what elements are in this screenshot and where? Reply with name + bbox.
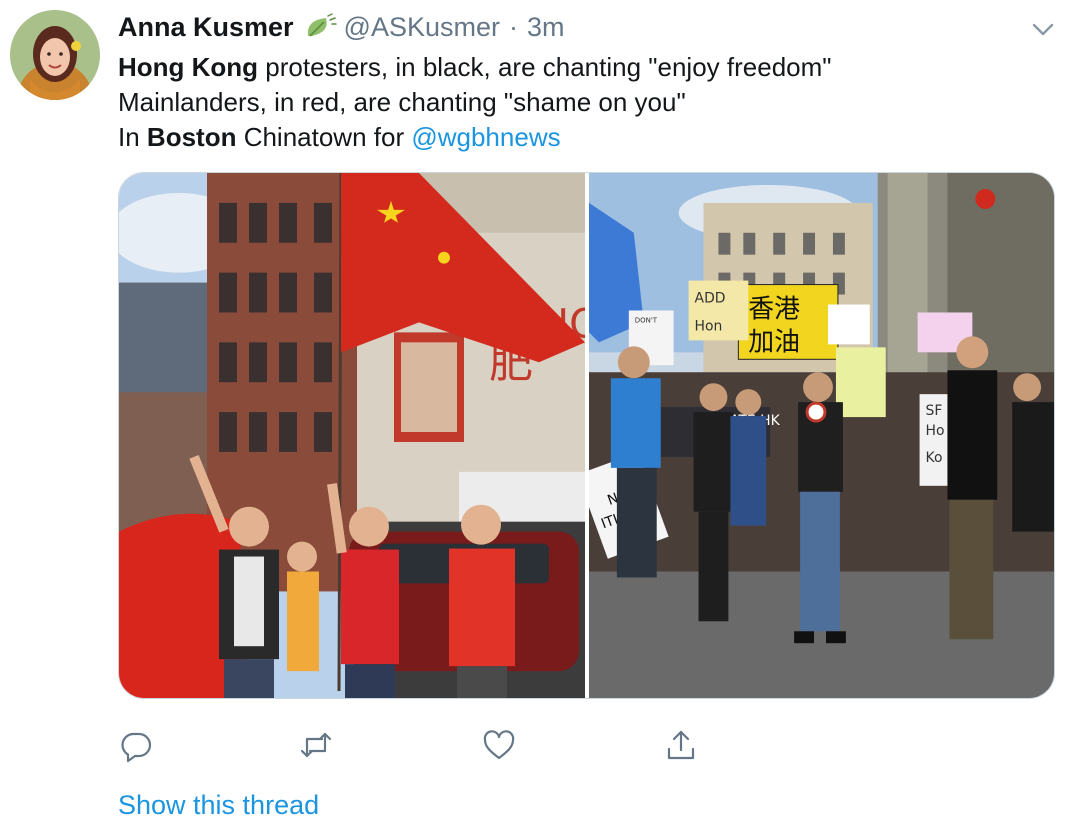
show-thread-link[interactable]: Show this thread <box>118 790 319 821</box>
share-icon[interactable] <box>663 727 699 763</box>
photo-right[interactable]: 香港 加油 ADD Hon DON'T TIGATE HK SF Ho Ko N… <box>589 173 1054 698</box>
tweet-actions <box>118 727 718 767</box>
tweet: Anna Kusmer @ASKusmer · 3m Hong Kong pro… <box>0 0 1080 833</box>
sign-hong-kong-chars: 香港 <box>748 294 800 324</box>
leaf-icon <box>302 12 338 42</box>
heart-icon[interactable] <box>481 727 517 763</box>
sign-ho-text: Ho <box>926 423 945 439</box>
sign-dont-text: DON'T <box>635 316 658 324</box>
tweet-text-line-1-rest: protesters, in black, are chanting "enjo… <box>258 52 832 82</box>
bold-boston: Boston <box>146 122 237 152</box>
tweet-header: Anna Kusmer @ASKusmer · 3m <box>118 10 565 44</box>
author-handle[interactable]: @ASKusmer <box>344 12 500 43</box>
author-avatar[interactable] <box>10 10 100 100</box>
sign-hon-text: Hon <box>695 318 723 334</box>
tweet-text-line-3-prefix: In <box>118 122 147 152</box>
author-display-name[interactable]: Anna Kusmer <box>118 12 294 43</box>
sign-add-text: ADD <box>695 291 726 307</box>
tweet-text: Hong Kong protesters, in black, are chan… <box>118 50 1038 155</box>
hashtag-bold-hong-kong: Hong Kong <box>118 52 259 82</box>
separator-dot: · <box>509 11 518 42</box>
sign-ko-text: Ko <box>926 450 943 466</box>
sign-sf-text: SF <box>926 403 943 419</box>
mention-link[interactable]: @wgbhnews <box>411 122 560 152</box>
tweet-media: 肥 HO <box>118 172 1055 699</box>
tweet-text-line-3-middle: Chinatown for <box>236 122 412 152</box>
tweet-text-line-3: In Boston Chinatown for @wgbhnews <box>118 120 1038 155</box>
tweet-text-line-1: Hong Kong protesters, in black, are chan… <box>118 50 1038 85</box>
tweet-text-line-2: Mainlanders, in red, are chanting "shame… <box>118 87 686 117</box>
tweet-timestamp[interactable]: 3m <box>527 12 565 43</box>
reply-icon[interactable] <box>118 727 154 763</box>
retweet-icon[interactable] <box>298 727 334 763</box>
photo-left[interactable]: 肥 HO <box>119 173 585 698</box>
chevron-down-icon[interactable] <box>1028 14 1058 44</box>
sign-jiayou-chars: 加油 <box>748 327 800 357</box>
